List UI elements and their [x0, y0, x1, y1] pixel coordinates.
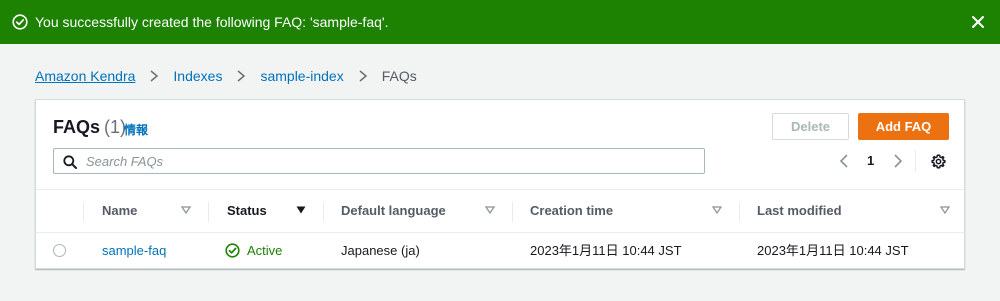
- column-header-creation-time[interactable]: Creation time: [530, 190, 730, 232]
- row-select-radio[interactable]: [53, 244, 66, 257]
- breadcrumb-link-amazon-kendra[interactable]: Amazon Kendra: [35, 68, 135, 84]
- close-icon[interactable]: [970, 14, 986, 30]
- chevron-right-icon: [237, 70, 246, 82]
- last-modified-cell: 2023年1月11日 10:44 JST: [757, 243, 909, 258]
- breadcrumb-link-sample-index[interactable]: sample-index: [260, 68, 343, 84]
- check-circle-icon: [12, 14, 28, 30]
- sort-descending-icon: [296, 206, 306, 214]
- faq-count: (1): [104, 117, 127, 137]
- chevron-left-icon[interactable]: [838, 154, 850, 168]
- chevron-right-icon: [150, 70, 159, 82]
- column-header-label: Creation time: [530, 203, 614, 218]
- flash-message: You successfully created the following F…: [35, 14, 389, 30]
- breadcrumb: Amazon Kendra Indexes sample-index FAQs: [35, 67, 417, 85]
- column-header-label: Status: [227, 203, 267, 218]
- sort-caret-icon: [181, 206, 191, 214]
- breadcrumb-link-indexes[interactable]: Indexes: [173, 68, 222, 84]
- page-title: FAQs (1): [53, 117, 126, 138]
- status-cell: Active: [225, 233, 315, 268]
- column-header-label: Name: [102, 203, 138, 218]
- column-divider: [739, 202, 740, 222]
- search-input[interactable]: [84, 151, 684, 171]
- column-header-label: Default language: [341, 203, 446, 218]
- creation-time-cell: 2023年1月11日 10:44 JST: [530, 243, 682, 258]
- table-header: Name Status Default language Creation ti…: [36, 189, 964, 233]
- status-text: Active: [247, 243, 283, 258]
- column-divider: [323, 202, 324, 222]
- default-language-cell: Japanese (ja): [341, 243, 420, 258]
- chevron-right-icon[interactable]: [892, 154, 904, 168]
- breadcrumb-current: FAQs: [381, 68, 417, 84]
- search-box: [53, 148, 705, 174]
- column-divider: [208, 202, 209, 222]
- faq-name-link[interactable]: sample-faq: [102, 233, 166, 268]
- delete-button[interactable]: Delete: [772, 113, 849, 140]
- chevron-right-icon: [359, 70, 367, 82]
- table-row: sample-faq Active Japanese (ja) 2023年1月1…: [36, 233, 964, 268]
- column-header-last-modified[interactable]: Last modified: [757, 190, 957, 232]
- faqs-table-container: FAQs(1) 情報 Delete Add FAQ 1 Name: [35, 99, 965, 269]
- column-header-status[interactable]: Status: [227, 190, 327, 232]
- pager-divider: [915, 150, 916, 172]
- column-divider: [83, 202, 84, 222]
- sort-caret-icon: [940, 206, 950, 214]
- status-check-circle-icon: [225, 243, 240, 258]
- search-icon: [63, 155, 77, 169]
- column-header-default-language[interactable]: Default language: [341, 190, 501, 232]
- page-number[interactable]: 1: [867, 153, 874, 168]
- gear-icon[interactable]: [931, 154, 946, 169]
- success-flash-banner: You successfully created the following F…: [0, 0, 1000, 44]
- add-faq-button[interactable]: Add FAQ: [858, 113, 949, 140]
- sort-caret-icon: [485, 206, 495, 214]
- column-header-name[interactable]: Name: [102, 190, 202, 232]
- info-link[interactable]: 情報: [124, 121, 148, 138]
- page-title-text: FAQs: [53, 117, 101, 137]
- column-divider: [512, 202, 513, 222]
- column-header-label: Last modified: [757, 203, 842, 218]
- sort-caret-icon: [712, 206, 722, 214]
